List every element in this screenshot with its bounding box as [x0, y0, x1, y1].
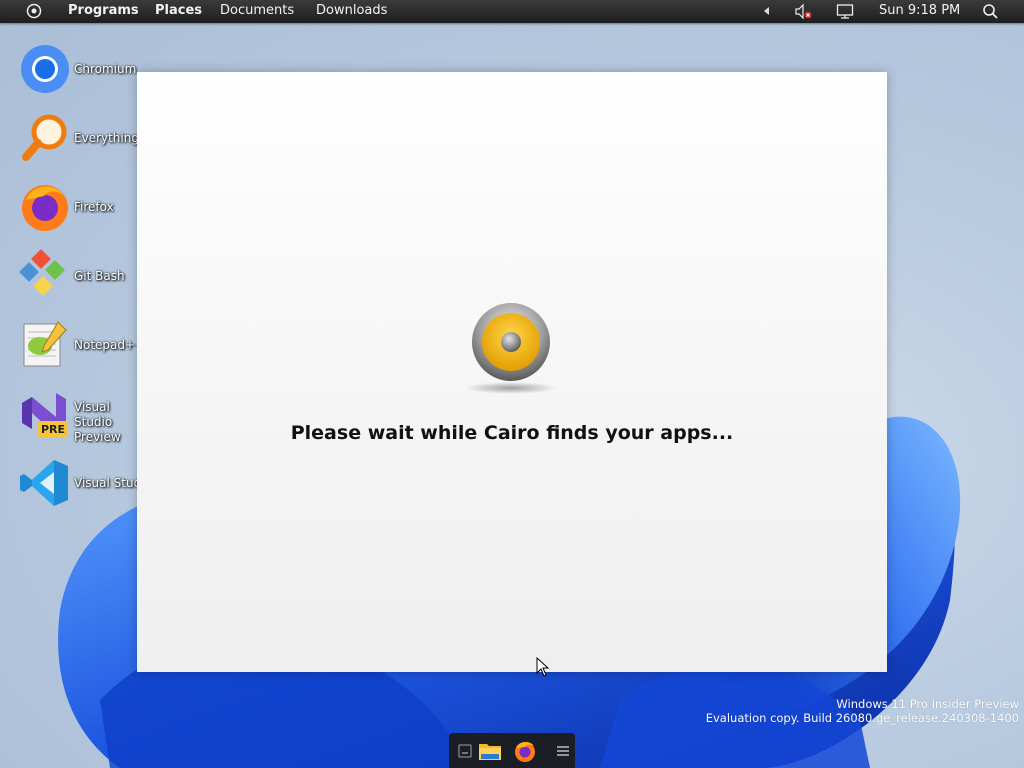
volume-muted-icon[interactable]: [794, 3, 812, 20]
notepad-plus-plus-icon: [23, 321, 67, 367]
watermark-build: Evaluation copy. Build 26080.ge_release.…: [705, 711, 1019, 725]
git-bash-icon: [19, 249, 65, 296]
cairo-logo-icon: [467, 303, 557, 394]
display-icon[interactable]: [836, 3, 854, 20]
clock[interactable]: Sun 9:18 PM: [879, 3, 960, 18]
menu-documents[interactable]: Documents: [220, 3, 294, 18]
menu-icon[interactable]: [551, 739, 575, 763]
desktop-icon-label: Notepad++: [74, 338, 146, 352]
show-desktop-icon[interactable]: [453, 739, 477, 763]
desktop-icon-everything[interactable]: Everything: [18, 111, 139, 167]
watermark-edition: Windows 11 Pro Insider Preview: [836, 697, 1019, 711]
desktop-icon-visual-studio-preview[interactable]: PRE Visual Studio Preview: [18, 387, 138, 444]
search-icon[interactable]: [982, 3, 999, 20]
file-explorer-icon[interactable]: [478, 739, 502, 763]
vscode-icon: [20, 460, 68, 506]
desktop-icon-label: Firefox: [74, 200, 114, 214]
desktop-icon-notepad-plus-plus[interactable]: Notepad++: [18, 318, 145, 374]
visual-studio-preview-icon: PRE: [22, 393, 68, 437]
chromium-icon: [21, 45, 69, 93]
loading-message: Please wait while Cairo finds your apps.…: [290, 422, 734, 444]
desktop-icon-label: Visual Studio Preview: [74, 400, 121, 444]
tray-expand-icon[interactable]: [762, 6, 770, 16]
cairo-splash-window: Please wait while Cairo finds your apps.…: [137, 72, 887, 672]
menu-places[interactable]: Places: [155, 3, 202, 18]
firefox-icon: [22, 185, 68, 231]
cairo-menu-bar: Programs Places Documents Downloads Sun …: [0, 0, 1024, 23]
windows-watermark: Windows 11 Pro Insider Preview Evaluatio…: [706, 697, 1019, 725]
mouse-cursor-icon: [536, 657, 550, 677]
preview-badge: PRE: [41, 423, 65, 436]
desktop-icon-firefox[interactable]: Firefox: [18, 180, 138, 236]
cairo-logo-icon[interactable]: [26, 3, 42, 19]
firefox-icon[interactable]: [513, 739, 537, 763]
everything-search-icon: [22, 114, 67, 161]
desktop-icon-label: Everything: [74, 131, 139, 145]
desktop-icon-label: Chromium: [74, 62, 137, 76]
menu-downloads[interactable]: Downloads: [316, 3, 387, 18]
cairo-taskbar: [449, 733, 575, 768]
desktop-icon-label: Git Bash: [74, 269, 125, 283]
desktop-icon-chromium[interactable]: Chromium: [18, 42, 138, 98]
menu-programs[interactable]: Programs: [68, 3, 139, 18]
desktop-icon-visual-studio[interactable]: Visual Studio: [18, 456, 152, 512]
desktop-icon-git-bash[interactable]: Git Bash: [18, 249, 138, 305]
